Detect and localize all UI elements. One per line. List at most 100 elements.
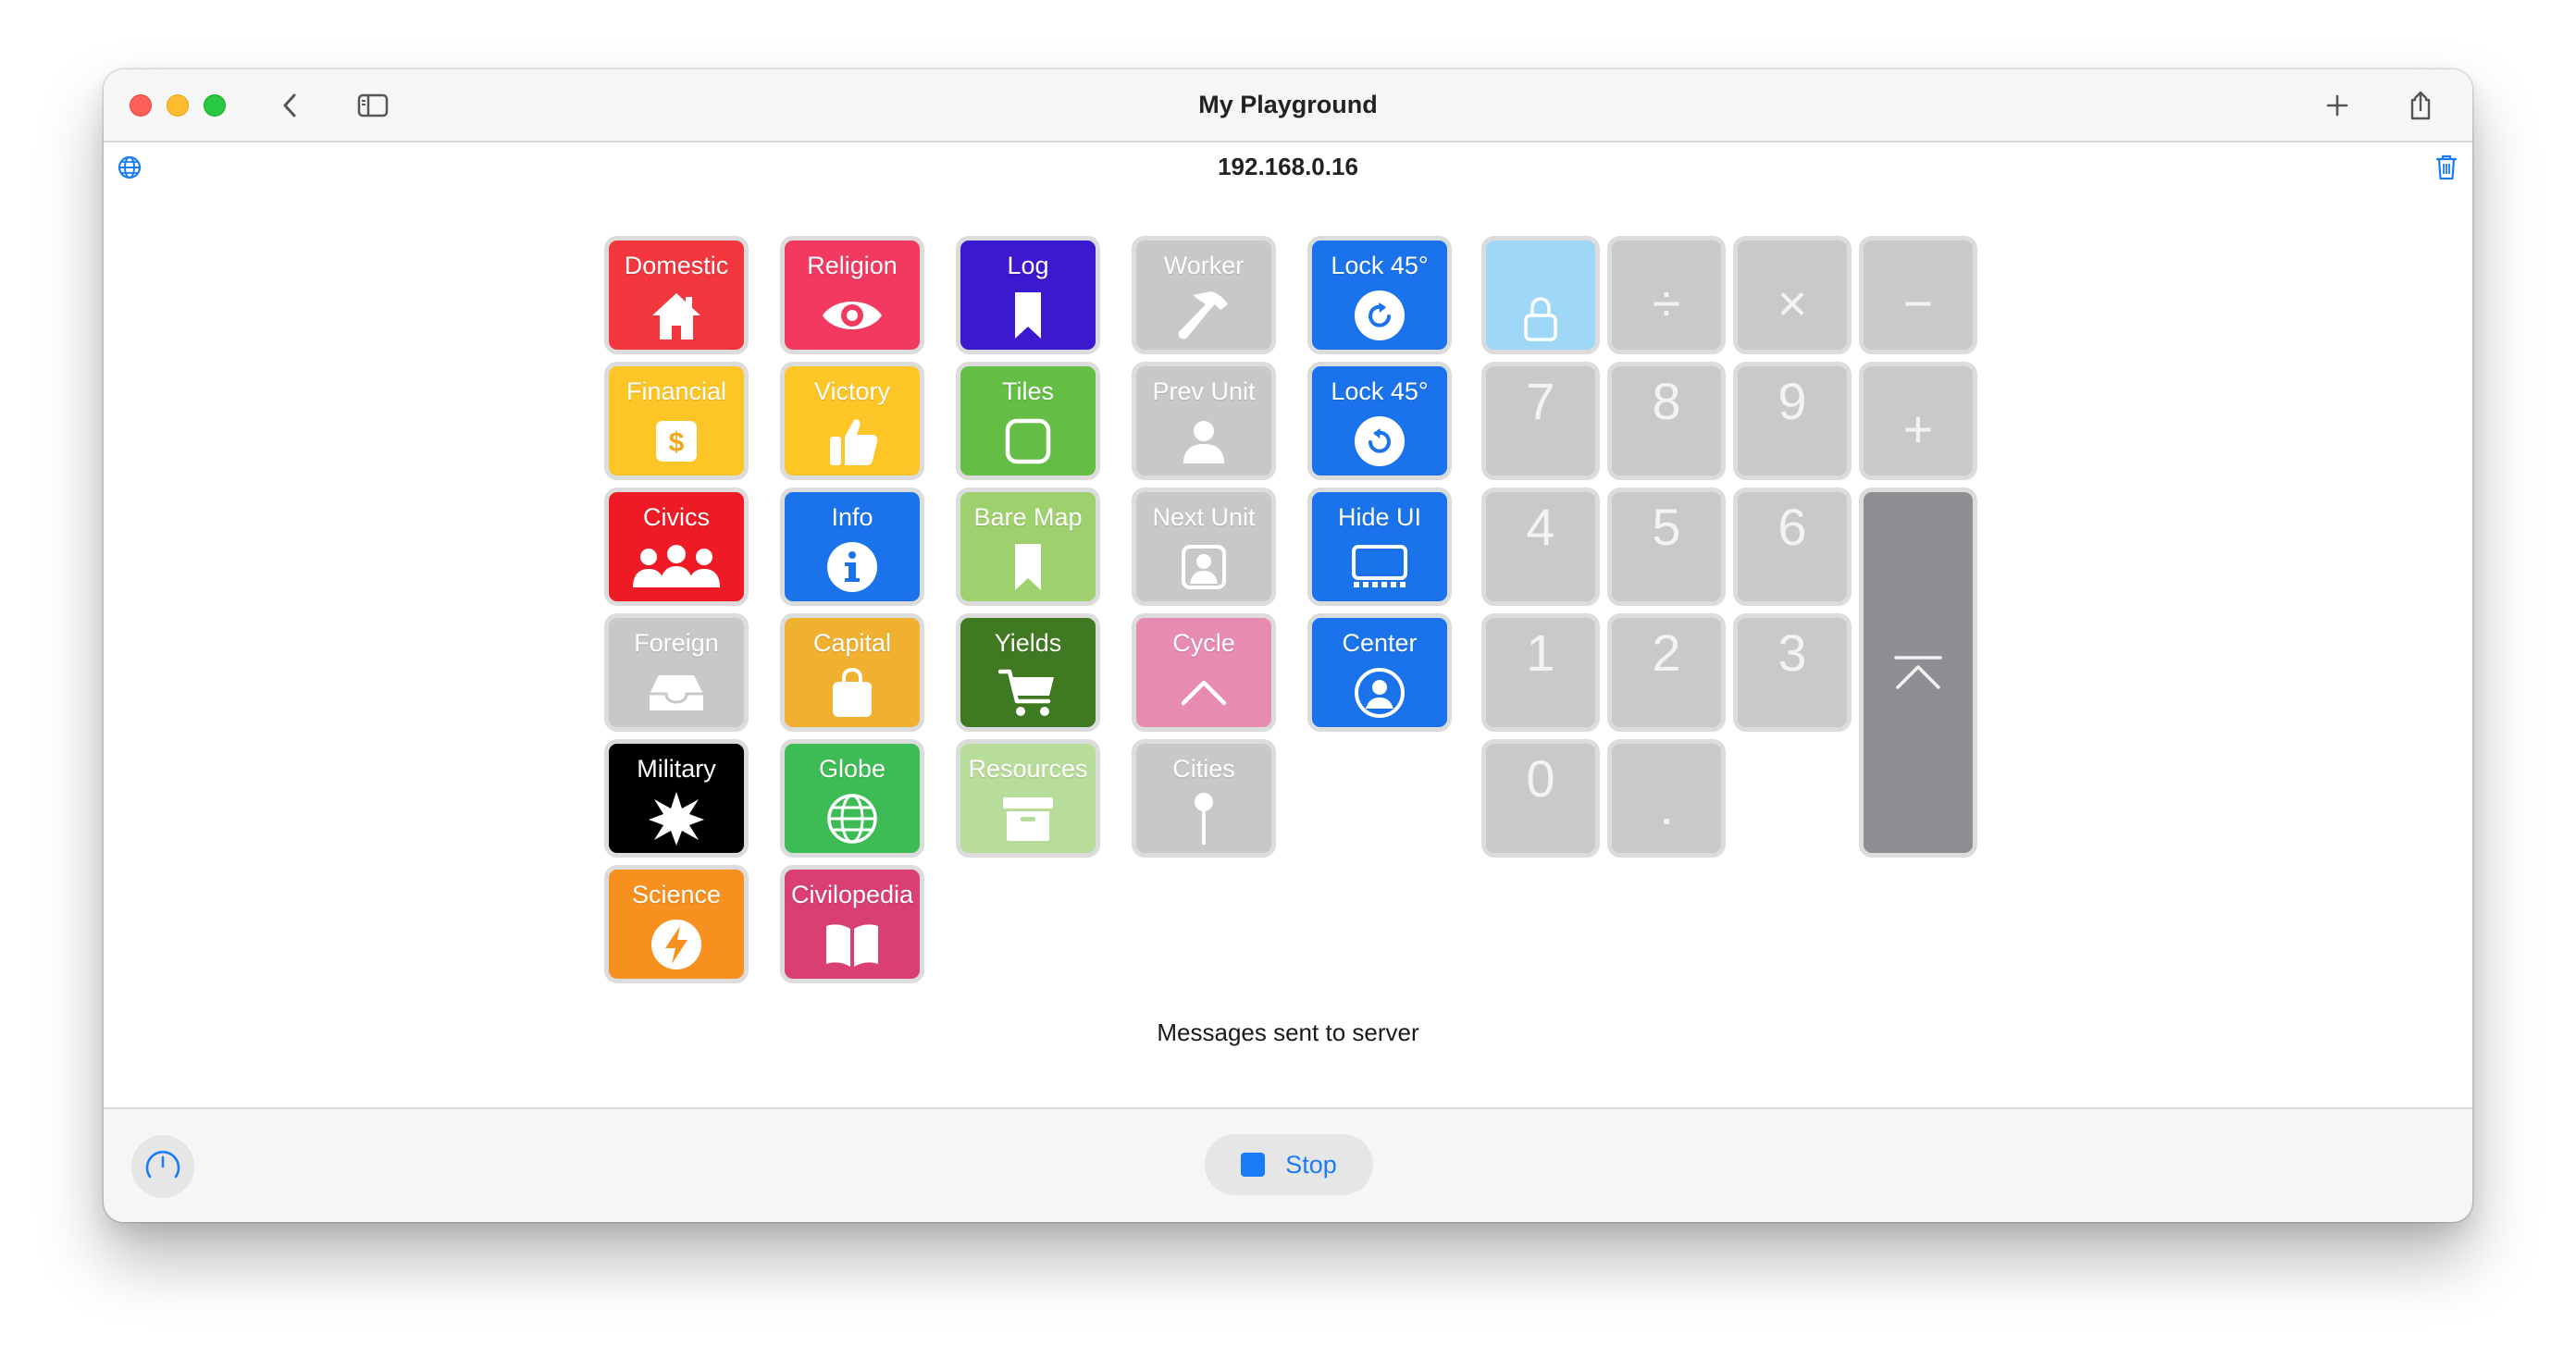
tile-label: Log <box>1007 252 1049 279</box>
tile-science-button[interactable]: Science <box>604 865 749 983</box>
gauge-icon[interactable] <box>131 1135 194 1198</box>
key-multiply-button[interactable]: × <box>1733 236 1852 354</box>
key-k7-button[interactable]: 7 <box>1481 362 1600 480</box>
key-label: 6 <box>1777 498 1807 556</box>
tile-label: Science <box>631 881 722 908</box>
key-k2-button[interactable]: 2 <box>1607 613 1726 732</box>
tile-label: Military <box>637 755 716 783</box>
key-label: 7 <box>1526 372 1555 430</box>
tile-label: Victory <box>813 377 891 405</box>
tile-tiles-button[interactable]: Tiles <box>956 362 1100 480</box>
arrow-to-top-icon <box>1892 654 1944 691</box>
tile-foreign-button[interactable]: Foreign <box>604 613 749 732</box>
key-label: − <box>1902 274 1934 332</box>
rotate-cw-icon <box>1353 287 1406 344</box>
share-icon[interactable] <box>2403 88 2438 123</box>
key-dot-button[interactable]: . <box>1607 739 1726 858</box>
key-k0-button[interactable]: 0 <box>1481 739 1600 858</box>
stop-icon <box>1241 1153 1266 1177</box>
tile-label: Yields <box>994 629 1062 657</box>
bookmark-icon <box>1012 287 1044 344</box>
key-label: 0 <box>1526 749 1555 808</box>
tile-lock45cw-button[interactable]: Lock 45° <box>1307 236 1452 354</box>
trash-icon[interactable] <box>2432 153 2461 182</box>
key-plus-button[interactable]: + <box>1859 362 1977 480</box>
person-icon <box>1180 413 1228 470</box>
tile-prevunit-button[interactable]: Prev Unit <box>1132 362 1276 480</box>
status-message: Messages sent to server <box>1157 1018 1419 1046</box>
tile-label: Center <box>1342 629 1418 657</box>
burst-icon <box>647 790 706 847</box>
key-label: + <box>1902 400 1934 458</box>
tile-globe-button[interactable]: Globe <box>780 739 924 858</box>
tile-label: Civics <box>643 503 710 531</box>
key-enter-button[interactable] <box>1859 488 1977 858</box>
title-bar: My Playground <box>104 69 2472 142</box>
tile-lock45ccw-button[interactable]: Lock 45° <box>1307 362 1452 480</box>
tile-info-button[interactable]: Info <box>780 488 924 606</box>
svg-text:$: $ <box>669 427 685 458</box>
key-k4-button[interactable]: 4 <box>1481 488 1600 606</box>
tile-label: Resources <box>968 755 1088 783</box>
tile-hideui-button[interactable]: Hide UI <box>1307 488 1452 606</box>
tile-resources-button[interactable]: Resources <box>956 739 1100 858</box>
chevron-up-icon <box>1178 664 1230 722</box>
key-k9-button[interactable]: 9 <box>1733 362 1852 480</box>
key-label: 8 <box>1652 372 1681 430</box>
tile-domestic-button[interactable]: Domestic <box>604 236 749 354</box>
tile-label: Capital <box>812 629 892 657</box>
bottom-toolbar: Stop <box>104 1107 2472 1222</box>
key-lock-button[interactable] <box>1481 236 1600 354</box>
square-icon <box>1003 413 1053 470</box>
tile-label: Religion <box>807 252 898 279</box>
tile-label: Bare Map <box>973 503 1083 531</box>
tile-log-button[interactable]: Log <box>956 236 1100 354</box>
key-label: 1 <box>1526 623 1555 682</box>
eye-icon <box>820 287 885 344</box>
bookmark-icon <box>1012 538 1044 596</box>
tile-victory-button[interactable]: Victory <box>780 362 924 480</box>
key-label: . <box>1659 777 1674 835</box>
pin-icon <box>1190 790 1218 847</box>
tile-label: Info <box>831 503 873 531</box>
tile-label: Lock 45° <box>1331 377 1429 405</box>
tile-yields-button[interactable]: Yields <box>956 613 1100 732</box>
archive-icon <box>1000 790 1056 847</box>
tile-civics-button[interactable]: Civics <box>604 488 749 606</box>
tile-label: Cities <box>1172 755 1235 783</box>
key-minus-button[interactable]: − <box>1859 236 1977 354</box>
bolt-icon <box>650 916 703 973</box>
person-circle-icon <box>1353 664 1406 722</box>
tile-label: Domestic <box>624 252 729 279</box>
tile-cycle-button[interactable]: Cycle <box>1132 613 1276 732</box>
key-k5-button[interactable]: 5 <box>1607 488 1726 606</box>
tile-worker-button[interactable]: Worker <box>1132 236 1276 354</box>
tile-center-button[interactable]: Center <box>1307 613 1452 732</box>
tile-baremap-button[interactable]: Bare Map <box>956 488 1100 606</box>
tile-financial-button[interactable]: Financial $ <box>604 362 749 480</box>
key-label: 9 <box>1777 372 1807 430</box>
tile-nextunit-button[interactable]: Next Unit <box>1132 488 1276 606</box>
bag-icon <box>829 664 875 722</box>
tile-capital-button[interactable]: Capital <box>780 613 924 732</box>
key-k6-button[interactable]: 6 <box>1733 488 1852 606</box>
key-k8-button[interactable]: 8 <box>1607 362 1726 480</box>
key-k1-button[interactable]: 1 <box>1481 613 1600 732</box>
dollar-icon: $ <box>653 413 700 470</box>
key-label: 4 <box>1526 498 1555 556</box>
key-label: × <box>1777 274 1808 332</box>
info-icon <box>825 538 879 596</box>
tile-cities-button[interactable]: Cities <box>1132 739 1276 858</box>
key-k3-button[interactable]: 3 <box>1733 613 1852 732</box>
tray-icon <box>648 664 705 722</box>
tile-label: Cycle <box>1172 629 1235 657</box>
tile-military-button[interactable]: Military <box>604 739 749 858</box>
add-icon[interactable] <box>2320 88 2355 123</box>
tile-civilopedia-button[interactable]: Civilopedia <box>780 865 924 983</box>
key-label: 5 <box>1652 498 1681 556</box>
stop-button[interactable]: Stop <box>1205 1134 1373 1195</box>
key-divide-button[interactable]: ÷ <box>1607 236 1726 354</box>
thumbs-up-icon <box>824 413 880 470</box>
tile-religion-button[interactable]: Religion <box>780 236 924 354</box>
tile-label: Civilopedia <box>790 881 914 908</box>
